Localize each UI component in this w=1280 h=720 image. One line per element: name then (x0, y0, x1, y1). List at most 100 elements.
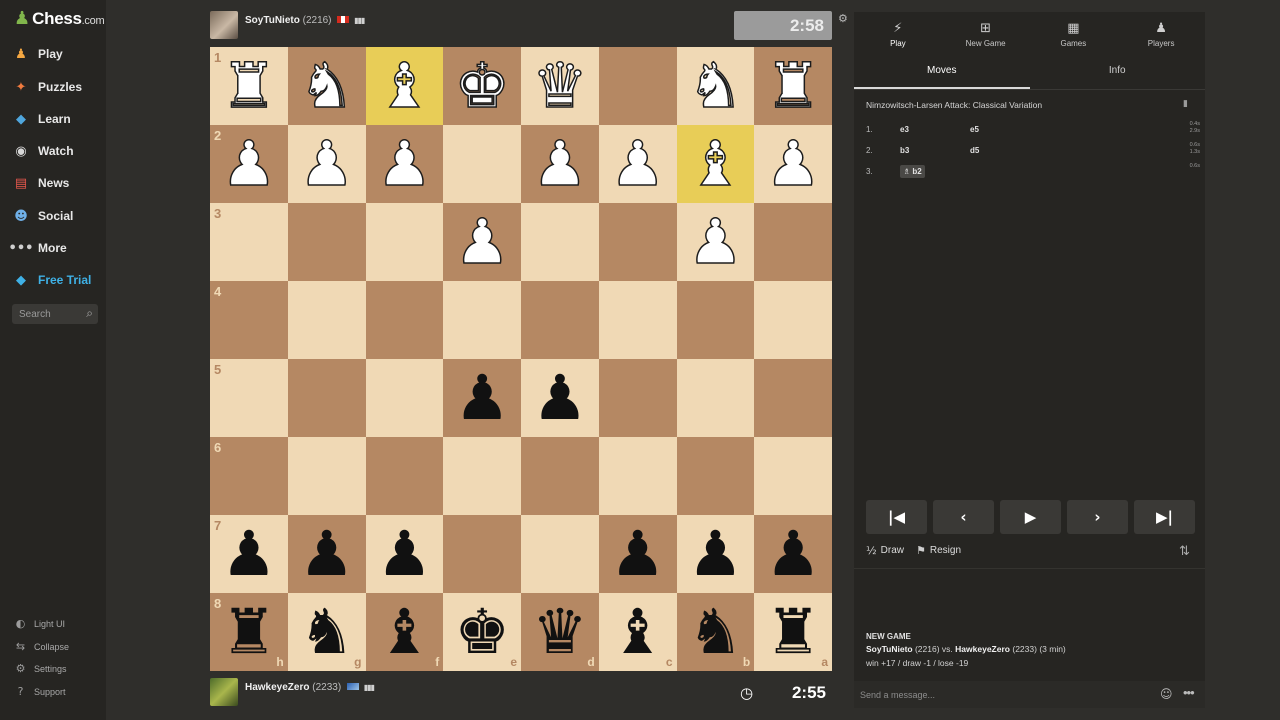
play-button[interactable]: ▶ (1000, 500, 1061, 534)
tab-new-game[interactable]: ⊞ New Game (942, 12, 1030, 56)
black-pawn-icon[interactable]: ♟ (221, 523, 277, 585)
black-rook-icon[interactable]: ♜ (765, 601, 821, 663)
white-move-current[interactable]: ♗ b2 (900, 165, 925, 178)
white-pawn-icon[interactable]: ♟ (687, 210, 744, 274)
square-f4[interactable] (365, 281, 444, 359)
square-e5[interactable]: ♟ (443, 359, 521, 437)
black-pawn-icon[interactable]: ♟ (610, 523, 666, 585)
square-e6[interactable] (443, 437, 521, 515)
sidebar-footer-support[interactable]: ? Support (14, 685, 66, 698)
black-pawn-icon[interactable]: ♟ (765, 523, 821, 585)
avatar[interactable] (210, 11, 238, 39)
square-a4[interactable] (754, 281, 832, 359)
chat-input[interactable] (860, 689, 1150, 700)
black-pawn-icon[interactable]: ♟ (299, 523, 355, 585)
white-pawn-icon[interactable]: ♟ (609, 132, 666, 196)
square-g4[interactable] (287, 281, 366, 359)
square-d4[interactable] (521, 281, 599, 359)
white-knight-icon[interactable]: ♞ (687, 54, 744, 118)
black-knight-icon[interactable]: ♞ (688, 601, 744, 663)
square-b1[interactable]: ♞ (676, 47, 755, 125)
book-icon[interactable]: ▮ (1183, 99, 1188, 109)
sidebar-footer-light-ui[interactable]: ◐ Light UI (14, 617, 65, 630)
square-a6[interactable] (754, 437, 832, 515)
square-e2[interactable] (443, 125, 521, 203)
square-g7[interactable]: ♟ (287, 515, 366, 593)
chess-logo[interactable]: ♟ Chess.com (14, 8, 105, 29)
search-input[interactable] (19, 308, 79, 320)
square-c8[interactable]: c ♝ (598, 593, 677, 671)
black-bishop-icon[interactable]: ♝ (610, 601, 666, 663)
square-b6[interactable] (676, 437, 755, 515)
square-g5[interactable] (287, 359, 366, 437)
white-pawn-icon[interactable]: ♟ (454, 210, 511, 274)
square-c5[interactable] (598, 359, 677, 437)
white-king-icon[interactable]: ♚ (454, 54, 511, 118)
square-g3[interactable] (287, 203, 366, 281)
white-move[interactable]: e3 (900, 125, 909, 134)
sidebar-item-social[interactable]: ☻ Social (12, 205, 73, 227)
sidebar-item-learn[interactable]: ◆ Learn (12, 108, 71, 130)
square-e7[interactable] (443, 515, 521, 593)
square-g2[interactable]: ♟ (287, 125, 366, 203)
square-d1[interactable]: ♛ (521, 47, 599, 125)
white-pawn-icon[interactable]: ♟ (765, 132, 822, 196)
square-f6[interactable] (365, 437, 444, 515)
black-pawn-icon[interactable]: ♟ (688, 523, 744, 585)
square-h5[interactable]: 5 (210, 359, 288, 437)
square-d8[interactable]: d ♛ (521, 593, 599, 671)
chess-board[interactable]: 1 ♜ ♞ ♝ ♚ ♛ ♞ ♜ 2 ♟ ♟ ♟ ♟ ♟ ♝ ♟ 3 ♟ ♟ 4 5 ♟ ♟ 6 7 ♟ ♟ ♟ ♟ ♟ ♟ 8 h ♜ g ♞ f ♝ e ♚… (210, 47, 832, 671)
square-b7[interactable]: ♟ (676, 515, 755, 593)
square-a1[interactable]: ♜ (754, 47, 832, 125)
emoji-icon[interactable]: ☺ (1160, 687, 1173, 701)
white-bishop-icon[interactable]: ♝ (687, 132, 744, 196)
subtab-info[interactable]: Info (1030, 60, 1206, 89)
square-h1[interactable]: 1 ♜ (210, 47, 288, 125)
square-b5[interactable] (676, 359, 755, 437)
black-move[interactable]: e5 (970, 125, 979, 134)
square-a3[interactable] (754, 203, 832, 281)
square-d6[interactable] (521, 437, 599, 515)
last-move-button[interactable]: ▶| (1134, 500, 1195, 534)
square-b3[interactable]: ♟ (676, 203, 755, 281)
square-a5[interactable] (754, 359, 832, 437)
white-queen-icon[interactable]: ♛ (531, 54, 588, 118)
square-c1[interactable] (598, 47, 677, 125)
black-move[interactable]: d5 (970, 146, 979, 155)
search-icon[interactable]: ⌕ (86, 306, 93, 321)
sidebar-footer-collapse[interactable]: ⇆ Collapse (14, 640, 69, 653)
square-f1[interactable]: ♝ (365, 47, 444, 125)
square-g1[interactable]: ♞ (287, 47, 366, 125)
square-d5[interactable]: ♟ (521, 359, 599, 437)
previous-move-button[interactable]: ‹ (933, 500, 994, 534)
white-bishop-icon[interactable]: ♝ (376, 54, 433, 118)
sidebar-item-free-trial[interactable]: ◆ Free Trial (12, 269, 91, 291)
square-a7[interactable]: ♟ (754, 515, 832, 593)
flip-board-icon[interactable]: ⇅ (1179, 544, 1190, 559)
white-pawn-icon[interactable]: ♟ (220, 132, 277, 196)
square-h4[interactable]: 4 (210, 281, 288, 359)
square-e3[interactable]: ♟ (443, 203, 521, 281)
white-rook-icon[interactable]: ♜ (220, 54, 277, 118)
square-b4[interactable] (676, 281, 755, 359)
resign-button[interactable]: ⚑ Resign (916, 544, 961, 557)
sidebar-footer-settings[interactable]: ⚙ Settings (14, 662, 67, 675)
square-c7[interactable]: ♟ (598, 515, 677, 593)
square-c3[interactable] (598, 203, 677, 281)
square-e4[interactable] (443, 281, 521, 359)
white-pawn-icon[interactable]: ♟ (376, 132, 433, 196)
square-d2[interactable]: ♟ (521, 125, 599, 203)
square-f5[interactable] (365, 359, 444, 437)
board-settings-gear-icon[interactable]: ⚙ (838, 12, 848, 25)
subtab-moves[interactable]: Moves (854, 60, 1030, 89)
square-f7[interactable]: ♟ (365, 515, 444, 593)
square-c4[interactable] (598, 281, 677, 359)
opening-name[interactable]: Nimzowitsch-Larsen Attack: Classical Var… (866, 100, 1042, 110)
next-move-button[interactable]: › (1067, 500, 1128, 534)
sidebar-item-watch[interactable]: ◉ Watch (12, 140, 73, 162)
white-knight-icon[interactable]: ♞ (298, 54, 355, 118)
square-h6[interactable]: 6 (210, 437, 288, 515)
white-player-name[interactable]: SoyTuNieto (866, 644, 913, 654)
black-bishop-icon[interactable]: ♝ (377, 601, 433, 663)
white-rook-icon[interactable]: ♜ (765, 54, 822, 118)
